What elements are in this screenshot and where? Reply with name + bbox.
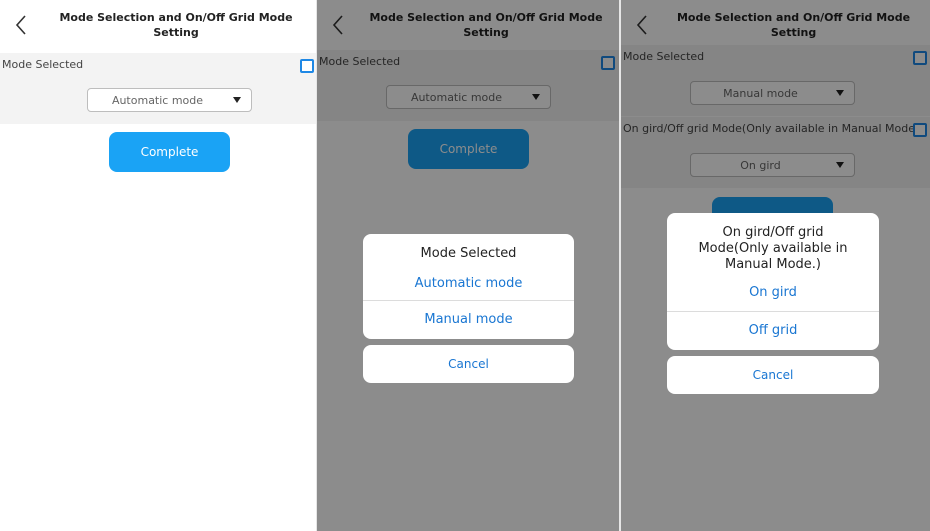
mode-action-sheet: Mode Selected Automatic mode Manual mode [363,234,574,339]
cancel-button[interactable]: Cancel [363,345,574,383]
mode-dropdown[interactable]: Automatic mode [87,88,252,112]
mode-selected-row: Mode Selected [0,53,316,79]
screen-mode-picker: Mode Selection and On/Off Grid Mode Sett… [317,0,619,531]
option-manual-mode[interactable]: Manual mode [363,306,574,334]
screenshot-canvas: Mode Selection and On/Off Grid Mode Sett… [0,0,930,531]
mode-selected-label: Mode Selected [2,58,84,71]
option-separator [363,300,574,301]
mode-dropdown-value: Automatic mode [111,94,204,107]
page-title: Mode Selection and On/Off Grid Mode Sett… [59,11,293,39]
option-separator [667,311,879,312]
complete-button[interactable]: Complete [109,132,230,172]
chevron-left-icon [15,15,26,35]
action-sheet-title: Mode Selected [420,246,517,261]
checkbox-icon[interactable] [300,59,314,73]
caret-down-icon [233,97,241,103]
cancel-button[interactable]: Cancel [667,356,879,394]
option-off-grid[interactable]: Off grid [667,317,879,345]
screen-grid-picker: Mode Selection and On/Off Grid Mode Sett… [621,0,930,531]
mode-panel: Automatic mode [0,79,316,124]
grid-action-sheet: On gird/Off grid Mode(Only available in … [667,213,879,350]
back-button[interactable] [10,10,32,40]
action-sheet-title: On gird/Off grid Mode(Only available in … [698,225,848,272]
option-automatic-mode[interactable]: Automatic mode [363,270,574,298]
app-header: Mode Selection and On/Off Grid Mode Sett… [0,0,316,50]
screen-mode-selection: Mode Selection and On/Off Grid Mode Sett… [0,0,316,531]
option-on-grid[interactable]: On gird [667,279,879,307]
